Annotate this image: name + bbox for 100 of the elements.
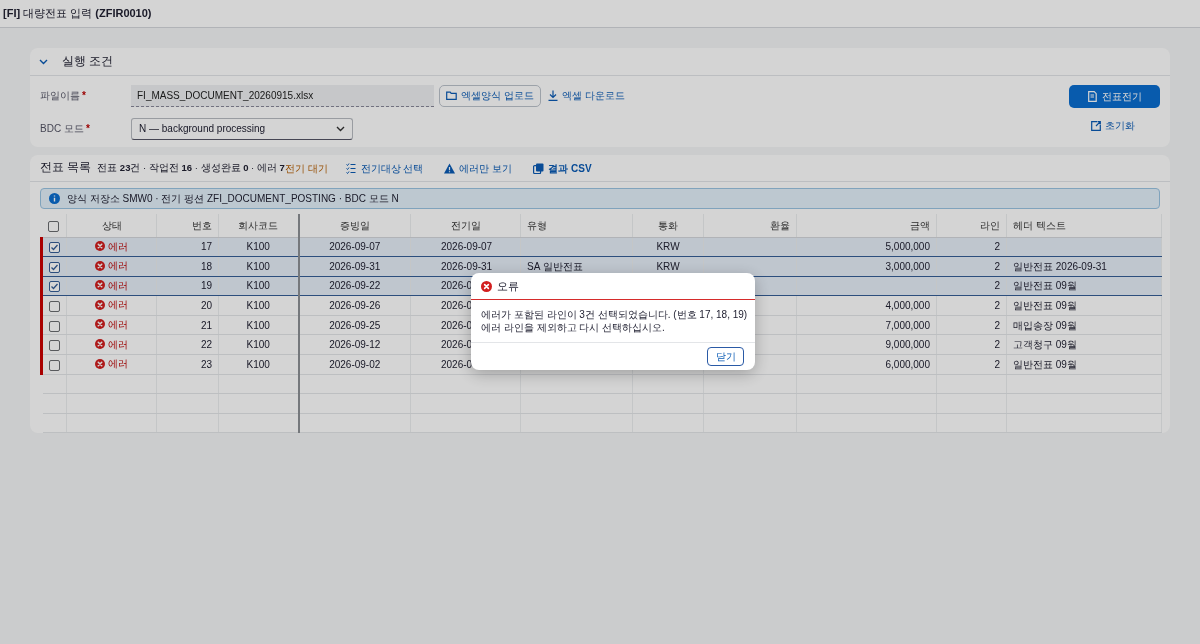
table-cell: 18 <box>200 260 212 272</box>
post-button[interactable]: 전표전기 <box>1069 85 1160 108</box>
posting-status: 전기 대기 <box>284 161 328 176</box>
row-checkbox[interactable] <box>49 320 60 332</box>
table-cell: 일반전표 2026-09-31 <box>1013 260 1107 272</box>
table-cell: SA 일반전표 <box>527 260 583 272</box>
column-header: 증빙일 <box>339 219 370 231</box>
table-cell: 2026-0 <box>441 319 473 331</box>
table-cell: 일반전표 09월 <box>1013 280 1077 292</box>
dialog-message: 에러 라인을 제외하고 다시 선택하십시오. <box>481 321 666 334</box>
required-mark: * <box>85 123 90 134</box>
table-cell: 2026-0 <box>441 300 473 312</box>
toolbar-button[interactable]: 결과 CSV <box>530 160 595 176</box>
table-cell: 2026-09-12 <box>329 339 381 351</box>
table-cell: 20 <box>200 300 212 312</box>
section-title: 실행 조건 <box>62 53 114 69</box>
table-cell: 2 <box>994 241 1000 253</box>
table-cell: 2 <box>994 300 1000 312</box>
table-cell: 2026-09-07 <box>441 241 493 253</box>
row-checkbox[interactable] <box>49 300 60 312</box>
column-header: 유형 <box>527 219 547 231</box>
select-all-checkbox[interactable] <box>48 220 60 232</box>
required-mark: * <box>82 90 86 101</box>
toolbar-button[interactable]: 에러만 보기 <box>441 160 516 176</box>
column-header: 라인 <box>980 219 1000 231</box>
table-cell: 6,000,000 <box>885 358 930 370</box>
field-label: 파일이름 <box>40 90 80 101</box>
dialog-message: 에러가 포함된 라인이 3건 선택되었습니다. (번호 17, 18, 19) <box>481 308 748 321</box>
info-text: 양식 저장소 SMW0 · 전기 펑션 ZFI_DOCUMENT_POSTING · BDC 모드 N <box>67 192 399 206</box>
status-text: 에러 <box>108 337 128 352</box>
section-title: 전표 목록 <box>40 160 92 176</box>
list-summary: 전표 23건 · 작업전 16 · 생성완료 0 · 에러 7 <box>97 160 285 173</box>
copy-icon <box>533 162 545 174</box>
table-cell: 2026-09-26 <box>329 300 381 312</box>
table-cell: 2026-0 <box>441 280 473 292</box>
table-cell: 19 <box>200 280 212 292</box>
table-cell: 2026-0 <box>441 358 473 370</box>
status-text: 에러 <box>108 298 128 313</box>
table-cell: 매입송장 09월 <box>1013 319 1077 331</box>
close-button[interactable]: 닫기 <box>707 347 745 366</box>
reset-link[interactable]: 초기화 <box>1088 118 1138 133</box>
dialog-title: 오류 <box>497 278 519 294</box>
column-header: 환율 <box>770 219 790 231</box>
column-header: 상태 <box>101 219 122 231</box>
table-cell: K100 <box>246 319 270 331</box>
table-cell: K100 <box>246 260 270 272</box>
column-header: 통화 <box>658 219 678 231</box>
column-header: 헤더 텍스트 <box>1013 219 1066 231</box>
table-cell: KRW <box>656 260 680 272</box>
status-text: 에러 <box>108 317 128 332</box>
chevron-down-icon[interactable] <box>39 58 48 65</box>
row-checkbox[interactable] <box>49 281 60 293</box>
table-cell: 2 <box>994 260 1000 272</box>
table-cell: 9,000,000 <box>885 339 930 351</box>
table-cell: 일반전표 09월 <box>1013 300 1077 312</box>
table-cell: 21 <box>200 319 212 331</box>
table-cell: 일반전표 09월 <box>1013 358 1077 370</box>
row-checkbox[interactable] <box>49 242 60 254</box>
table-cell: 2 <box>994 319 1000 331</box>
table-cell: 22 <box>200 339 212 351</box>
status-text: 에러 <box>108 357 128 372</box>
status-text: 에러 <box>108 259 128 274</box>
field-label: BDC 모드 <box>40 123 84 134</box>
table-cell: KRW <box>656 241 680 253</box>
file-name-field[interactable]: FI_MASS_DOCUMENT_20260915.xlsx <box>131 84 434 107</box>
table-cell: 2026-09-25 <box>329 319 381 331</box>
table-cell: 고객청구 09월 <box>1013 339 1077 351</box>
table-cell: 2 <box>994 280 1000 292</box>
table-cell: K100 <box>246 300 270 312</box>
table-cell: K100 <box>246 241 270 253</box>
table-cell: 2026-09-31 <box>329 260 381 272</box>
warning-icon <box>444 162 456 174</box>
status-text: 에러 <box>108 278 128 293</box>
column-header: 금액 <box>910 219 930 231</box>
row-checkbox[interactable] <box>49 340 60 352</box>
table-cell: 17 <box>200 241 212 253</box>
upload-button[interactable]: 엑셀양식 업로드 <box>439 84 541 107</box>
download-link[interactable]: 엑셀 다운로드 <box>544 88 628 103</box>
document-icon <box>1087 91 1097 102</box>
checklist-icon <box>345 162 357 174</box>
column-header: 전기일 <box>450 219 481 231</box>
table-cell: 3,000,000 <box>885 260 930 272</box>
bdc-mode-select[interactable]: N — background processing <box>131 117 353 140</box>
app-title: [FI] 대량전표 입력 (ZFIR0010) <box>3 6 152 22</box>
toolbar-button[interactable]: 전기대상 선택 <box>342 160 427 176</box>
status-text: 에러 <box>108 239 128 254</box>
table-cell: 2026-09-02 <box>329 358 381 370</box>
row-checkbox[interactable] <box>49 261 60 273</box>
table-cell: 2 <box>994 358 1000 370</box>
row-checkbox[interactable] <box>49 359 60 371</box>
table-cell: 2026-09-31 <box>441 260 493 272</box>
info-icon <box>49 193 60 204</box>
table-cell: 5,000,000 <box>885 241 930 253</box>
table-cell: 2026-09-22 <box>329 280 381 292</box>
table-cell: 2026-0 <box>441 339 473 351</box>
table-cell: 4,000,000 <box>885 300 930 312</box>
table-cell: K100 <box>246 358 270 370</box>
column-header: 번호 <box>192 219 212 231</box>
folder-icon <box>446 91 457 100</box>
reset-icon <box>1091 120 1101 131</box>
